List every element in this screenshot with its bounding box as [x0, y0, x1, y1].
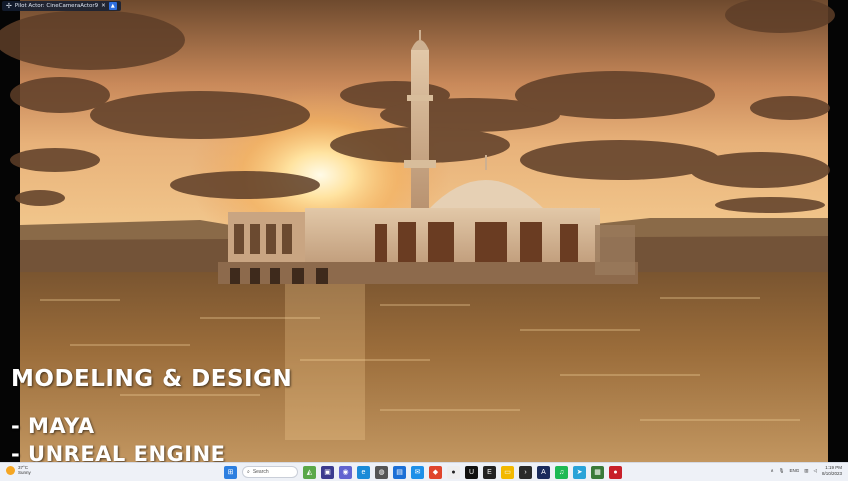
- pilot-actor-bar[interactable]: ✢ Pilot Actor: CineCameraActor9 ✕ ▲: [2, 1, 121, 11]
- caption-tool-maya: - MAYA: [11, 414, 95, 438]
- language-indicator[interactable]: ENG: [789, 468, 799, 473]
- store-icon[interactable]: ▤: [393, 465, 406, 479]
- taskbar-apps: ⊞ ⌕ Search ◭ ▣ ◉ e ◍ ▤ ✉ ◆ ● U E ▭ › A ♫…: [224, 464, 622, 480]
- search-placeholder: Search: [252, 469, 269, 475]
- search-icon: ⌕: [247, 469, 250, 475]
- after-effects-icon[interactable]: A: [537, 465, 550, 479]
- mail-icon[interactable]: ✉: [411, 465, 424, 479]
- chat-icon[interactable]: ◉: [339, 465, 352, 479]
- caption-title: MODELING & DESIGN: [11, 366, 293, 392]
- clock[interactable]: 1:19 PM 8/10/2023: [822, 465, 842, 476]
- spotify-icon[interactable]: ♫: [555, 465, 568, 479]
- sun-icon: [6, 465, 15, 475]
- unreal-engine-icon[interactable]: U: [465, 465, 478, 479]
- windows-taskbar: 37°C Sunny ⊞ ⌕ Search ◭ ▣ ◉ e ◍ ▤ ✉ ◆ ● …: [0, 462, 848, 481]
- pin-icon[interactable]: ✢: [6, 2, 12, 10]
- github-icon[interactable]: ●: [447, 465, 460, 479]
- weather-desc: Sunny: [18, 470, 31, 475]
- photos-icon[interactable]: ◍: [375, 465, 388, 479]
- file-explorer-icon[interactable]: ▭: [501, 465, 514, 479]
- app-icon[interactable]: ▦: [591, 465, 604, 479]
- microphone-icon[interactable]: 🎙: [779, 468, 785, 474]
- eject-pilot-icon[interactable]: ▲: [108, 2, 117, 10]
- terminal-icon[interactable]: ›: [519, 465, 532, 479]
- unreal-viewport[interactable]: ✢ Pilot Actor: CineCameraActor9 ✕ ▲ MODE…: [0, 0, 848, 466]
- clock-date: 8/10/2023: [821, 470, 842, 476]
- system-tray: ∧ 🎙 ENG ▥ ◁ 1:19 PM 8/10/2023: [770, 465, 842, 476]
- weather-widget[interactable]: 37°C Sunny: [6, 465, 31, 475]
- search-box[interactable]: ⌕ Search: [242, 466, 298, 478]
- edge-icon[interactable]: e: [357, 465, 370, 479]
- brave-icon[interactable]: ◆: [429, 465, 442, 479]
- epic-games-icon[interactable]: E: [483, 465, 496, 479]
- recorder-icon[interactable]: ●: [609, 465, 622, 479]
- close-icon[interactable]: ✕: [101, 3, 106, 9]
- network-icon[interactable]: ▥: [804, 468, 808, 474]
- volume-icon[interactable]: ◁: [814, 468, 817, 474]
- windows-start-icon[interactable]: ⊞: [224, 465, 237, 479]
- chevron-up-icon[interactable]: ∧: [770, 468, 773, 474]
- pilot-actor-label: Pilot Actor: CineCameraActor9: [14, 3, 99, 9]
- task-view-icon[interactable]: ▣: [321, 465, 334, 479]
- widgets-icon[interactable]: ◭: [303, 465, 316, 479]
- telegram-icon[interactable]: ➤: [573, 465, 586, 479]
- scene-render: [0, 0, 848, 462]
